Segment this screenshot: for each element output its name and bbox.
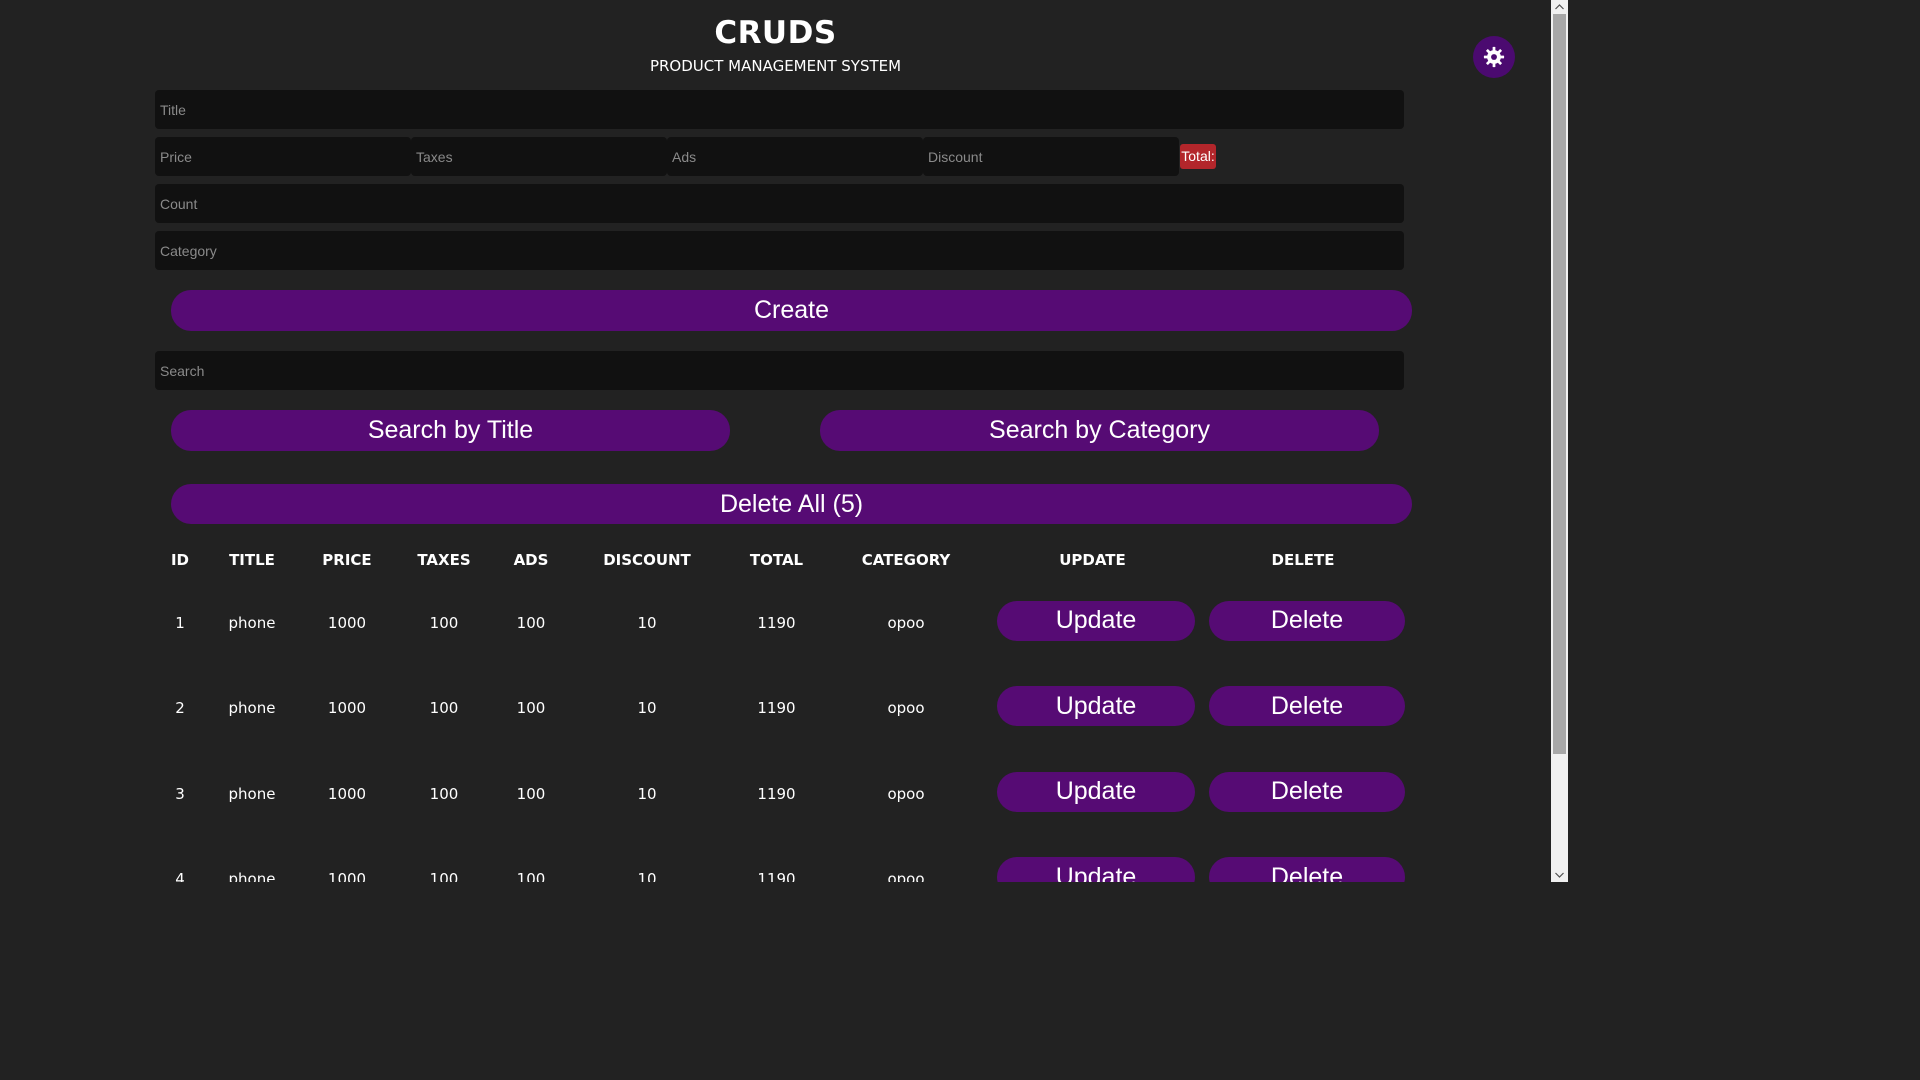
theme-toggle-button[interactable] xyxy=(1473,36,1515,78)
cell-ads: 100 xyxy=(516,699,546,718)
cell-discount: 10 xyxy=(637,870,657,882)
cell-id: 1 xyxy=(175,613,185,632)
cell-title: phone xyxy=(228,870,276,882)
cell-price: 1000 xyxy=(327,784,367,803)
cell-taxes: 100 xyxy=(429,699,459,718)
title-input[interactable] xyxy=(155,90,1404,129)
cell-delete: Delete xyxy=(1201,580,1405,666)
header-id: ID xyxy=(170,551,190,569)
discount-input[interactable] xyxy=(923,137,1179,176)
gear-icon xyxy=(1483,46,1505,68)
delete-all-button[interactable]: Delete All (5) xyxy=(171,484,1412,524)
cell-discount: 10 xyxy=(637,613,657,632)
cell-price: 1000 xyxy=(327,699,367,718)
scroll-down-arrow-icon[interactable] xyxy=(1551,868,1568,882)
header-total: TOTAL xyxy=(749,551,804,569)
price-input[interactable] xyxy=(155,137,411,176)
cell-price: 1000 xyxy=(327,613,367,632)
page-subtitle: PRODUCT MANAGEMENT SYSTEM xyxy=(649,57,902,75)
cell-ads: 100 xyxy=(516,613,546,632)
count-input[interactable] xyxy=(155,184,1404,223)
search-input[interactable] xyxy=(155,351,1404,390)
cell-update: Update xyxy=(984,580,1201,666)
page-viewport: CRUDS PRODUCT MANAGEMENT SYSTEM Total: C… xyxy=(0,0,1551,882)
cell-category: opoo xyxy=(887,699,925,718)
taxes-input[interactable] xyxy=(411,137,667,176)
cell-discount: 10 xyxy=(637,699,657,718)
cell-title: phone xyxy=(228,613,276,632)
table-row: 2 phone 1000 100 100 10 1190 opoo Update… xyxy=(155,666,1405,752)
category-input[interactable] xyxy=(155,231,1404,270)
update-button[interactable]: Update xyxy=(997,600,1195,641)
table-row: 3 phone 1000 100 100 10 1190 opoo Update… xyxy=(155,751,1405,837)
ads-input[interactable] xyxy=(667,137,923,176)
cell-category: opoo xyxy=(887,870,925,882)
total-badge: Total: xyxy=(1180,144,1216,169)
cell-title: phone xyxy=(228,699,276,718)
cell-ads: 100 xyxy=(516,870,546,882)
cell-discount: 10 xyxy=(637,784,657,803)
cell-update: Update xyxy=(984,666,1201,752)
vertical-scrollbar[interactable] xyxy=(1551,0,1568,882)
cell-title: phone xyxy=(228,784,276,803)
header-taxes: TAXES xyxy=(417,551,471,569)
cell-delete: Delete xyxy=(1201,751,1405,837)
cell-taxes: 100 xyxy=(429,784,459,803)
update-button[interactable]: Update xyxy=(997,857,1195,882)
header-price: PRICE xyxy=(322,551,372,569)
cell-delete: Delete xyxy=(1201,837,1405,882)
page-header: CRUDS PRODUCT MANAGEMENT SYSTEM xyxy=(0,14,1551,76)
cell-category: opoo xyxy=(887,784,925,803)
cell-category: opoo xyxy=(887,613,925,632)
update-button[interactable]: Update xyxy=(997,686,1195,727)
scrollbar-thumb[interactable] xyxy=(1553,14,1566,754)
delete-button[interactable]: Delete xyxy=(1209,857,1405,882)
scroll-up-arrow-icon[interactable] xyxy=(1551,0,1568,14)
cell-update: Update xyxy=(984,837,1201,882)
cell-total: 1190 xyxy=(757,870,796,882)
table-row: 4 phone 1000 100 100 10 1190 opoo Update… xyxy=(155,837,1405,882)
cell-taxes: 100 xyxy=(429,870,459,882)
header-delete: DELETE xyxy=(1271,551,1335,569)
create-button[interactable]: Create xyxy=(171,290,1412,331)
page-title: CRUDS xyxy=(714,15,837,51)
cell-id: 4 xyxy=(175,870,185,882)
cell-id: 2 xyxy=(175,699,185,718)
cell-price: 1000 xyxy=(327,870,367,882)
cell-id: 3 xyxy=(175,784,185,803)
cell-total: 1190 xyxy=(757,784,796,803)
search-by-category-button[interactable]: Search by Category xyxy=(820,410,1379,451)
search-by-title-button[interactable]: Search by Title xyxy=(171,410,730,451)
update-button[interactable]: Update xyxy=(997,771,1195,812)
header-update: UPDATE xyxy=(1059,551,1126,569)
cell-taxes: 100 xyxy=(429,613,459,632)
header-ads: ADS xyxy=(513,551,549,569)
table-header-row: ID TITLE PRICE TAXES ADS DISCOUNT TOTAL … xyxy=(155,540,1405,580)
delete-button[interactable]: Delete xyxy=(1209,686,1405,727)
table-row: 1 phone 1000 100 100 10 1190 opoo Update… xyxy=(155,580,1405,666)
delete-button[interactable]: Delete xyxy=(1209,771,1405,812)
cell-ads: 100 xyxy=(516,784,546,803)
cell-total: 1190 xyxy=(757,699,796,718)
header-category: CATEGORY xyxy=(861,551,951,569)
delete-button[interactable]: Delete xyxy=(1209,600,1405,641)
products-table: ID TITLE PRICE TAXES ADS DISCOUNT TOTAL … xyxy=(155,540,1405,882)
cell-delete: Delete xyxy=(1201,666,1405,752)
header-title: TITLE xyxy=(229,551,275,569)
header-discount: DISCOUNT xyxy=(603,551,691,569)
cell-update: Update xyxy=(984,751,1201,837)
cell-total: 1190 xyxy=(757,613,796,632)
